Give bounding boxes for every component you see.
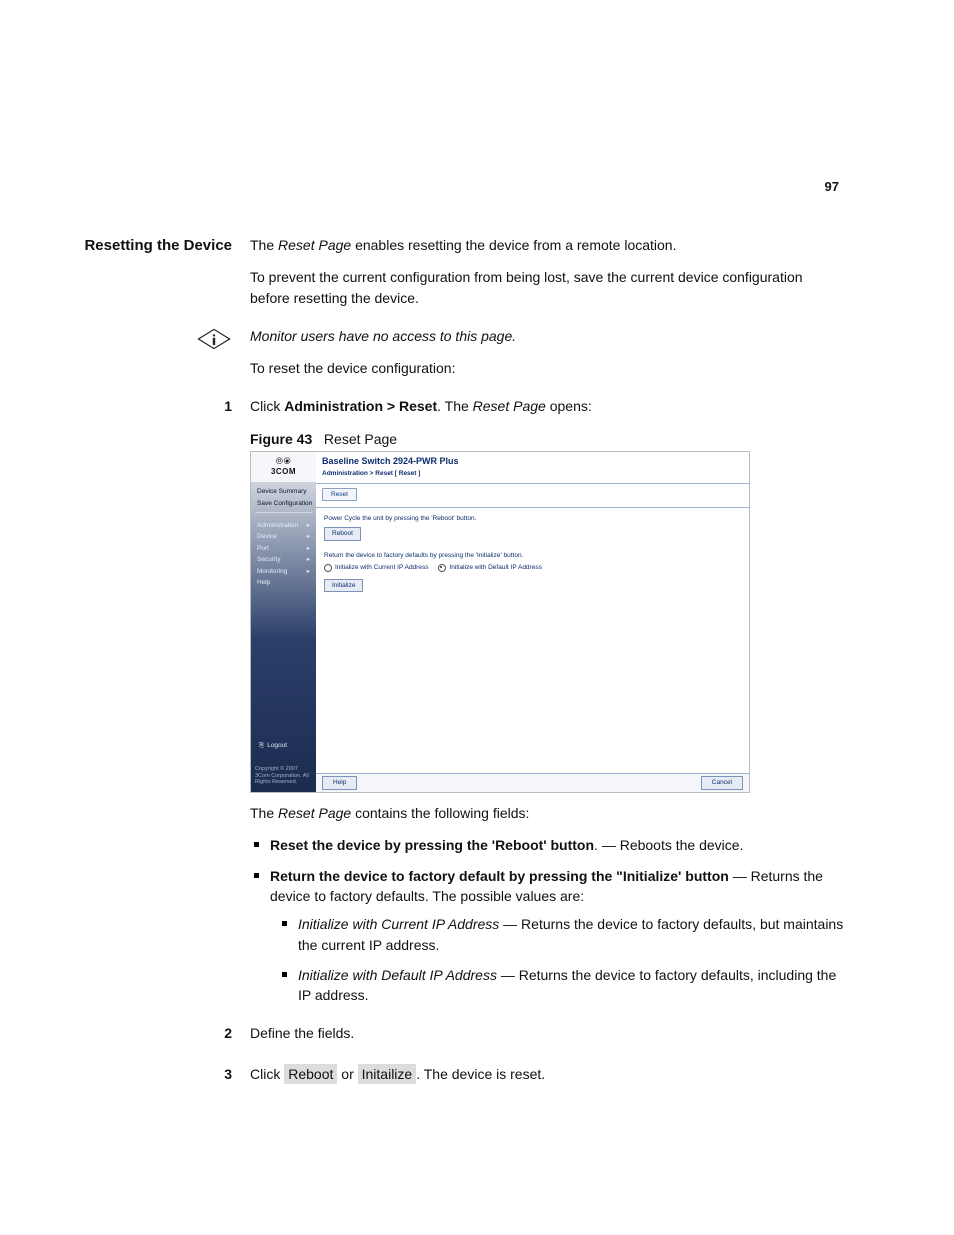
step-number: 2 <box>60 1023 250 1055</box>
initialize-instruction: Return the device to factory defaults by… <box>324 551 741 560</box>
radio-icon <box>324 564 332 572</box>
content: Resetting the Device The Reset Page enab… <box>60 235 844 1096</box>
text: opens: <box>546 398 592 414</box>
text: enables resetting the device from a remo… <box>351 237 676 253</box>
intro-p3: To reset the device configuration: <box>250 358 844 378</box>
fields-list: Reset the device by pressing the 'Reboot… <box>250 835 844 1005</box>
text: . The <box>437 398 473 414</box>
figure-caption: Figure 43 Reset Page <box>250 429 844 449</box>
sidebar-item-label: Save Configuration <box>257 499 312 508</box>
intro-p2: To prevent the current configuration fro… <box>250 267 844 308</box>
logo-text: 3COM <box>271 466 296 478</box>
text: The <box>250 805 278 821</box>
section-heading: Resetting the Device <box>84 237 232 254</box>
text: . The device is reset. <box>416 1066 545 1082</box>
radio-current-ip[interactable]: Initialize with Current IP Address <box>324 563 428 572</box>
list-item: Initialize with Default IP Address — Ret… <box>270 965 844 1006</box>
screenshot-reset-page: ⦾⦿ 3COM Device Summary Save Configuratio… <box>250 451 750 793</box>
screenshot-main: Baseline Switch 2924-PWR Plus Administra… <box>316 452 749 792</box>
logout-link[interactable]: ⎘ Logout <box>259 741 287 750</box>
text-italic: Reset Page <box>278 237 351 253</box>
intro-p1: The Reset Page enables resetting the dev… <box>250 235 844 255</box>
reboot-instruction: Power Cycle the unit by pressing the 'Re… <box>324 514 741 523</box>
figure-label: Figure 43 <box>250 431 312 447</box>
list-item: Initialize with Current IP Address — Ret… <box>270 914 844 955</box>
logout-label: Logout <box>267 741 287 750</box>
chevron-right-icon: ▸ <box>307 544 310 553</box>
radio-icon <box>438 564 446 572</box>
list-item: Reset the device by pressing the 'Reboot… <box>250 835 844 855</box>
sidebar-item-device-summary[interactable]: Device Summary <box>255 486 312 497</box>
chevron-right-icon: ▸ <box>307 521 310 530</box>
sidebar-item-monitoring[interactable]: Monitoring ▸ <box>255 566 312 577</box>
sidebar-item-administration[interactable]: Administration ▸ <box>255 520 312 531</box>
text: or <box>337 1066 357 1082</box>
chevron-right-icon: ▸ <box>307 532 310 541</box>
step-number: 3 <box>60 1064 250 1096</box>
text-italic: Initialize with Default IP Address <box>298 967 497 983</box>
reboot-button-label: Reboot <box>284 1064 337 1084</box>
sidebar-item-label: Device <box>257 532 277 541</box>
reboot-button[interactable]: Reboot <box>324 527 361 540</box>
text-italic: Reset Page <box>278 805 351 821</box>
info-icon <box>196 326 232 352</box>
sidebar-item-label: Device Summary <box>257 487 306 496</box>
logout-icon: ⎘ <box>259 741 264 750</box>
logo-3com: ⦾⦿ 3COM <box>251 452 316 482</box>
text-bold: Reset the device by pressing the 'Reboot… <box>270 837 594 853</box>
text-bold: Administration > Reset <box>284 398 437 414</box>
figure-title: Reset Page <box>324 431 397 447</box>
radio-label: Initialize with Current IP Address <box>335 563 428 572</box>
list-item: Return the device to factory default by … <box>250 866 844 1006</box>
sidebar-item-port[interactable]: Port ▸ <box>255 543 312 554</box>
step-number: 1 <box>60 396 250 1015</box>
tab-reset[interactable]: Reset <box>322 488 357 501</box>
breadcrumb: Administration > Reset [ Reset ] <box>322 469 743 478</box>
text: The <box>250 237 278 253</box>
initialize-button-label: Initailize <box>358 1064 417 1084</box>
page-number: 97 <box>825 178 839 197</box>
text: Click <box>250 398 284 414</box>
text-italic: Initialize with Current IP Address <box>298 916 499 932</box>
logo-glyph-icon: ⦾⦿ <box>276 457 291 466</box>
sidebar-item-label: Monitoring <box>257 567 287 576</box>
text: Click <box>250 1066 284 1082</box>
screenshot-sidebar: ⦾⦿ 3COM Device Summary Save Configuratio… <box>251 452 316 792</box>
sub-list: Initialize with Current IP Address — Ret… <box>270 914 844 1005</box>
text-bold: Return the device to factory default by … <box>270 868 729 884</box>
help-button[interactable]: Help <box>322 776 357 789</box>
step2-text: Define the fields. <box>250 1023 844 1043</box>
chevron-right-icon: ▸ <box>307 567 310 576</box>
sidebar-item-device[interactable]: Device ▸ <box>255 531 312 542</box>
fields-intro: The Reset Page contains the following fi… <box>250 803 844 823</box>
sidebar-item-help[interactable]: Help <box>255 577 312 588</box>
text: contains the following fields: <box>351 805 529 821</box>
text-italic: Reset Page <box>473 398 546 414</box>
cancel-button[interactable]: Cancel <box>701 776 743 789</box>
initialize-button[interactable]: Initialize <box>324 579 363 592</box>
device-title: Baseline Switch 2924-PWR Plus <box>322 455 743 468</box>
monitor-note: Monitor users have no access to this pag… <box>250 326 844 346</box>
sidebar-item-save-configuration[interactable]: Save Configuration <box>255 498 312 509</box>
sidebar-item-label: Port <box>257 544 269 553</box>
text: . — Reboots the device. <box>594 837 743 853</box>
chevron-right-icon: ▸ <box>307 555 310 564</box>
page: 97 Resetting the Device The Reset Page e… <box>0 0 954 1235</box>
step3-text: Click Reboot or Initailize. The device i… <box>250 1064 844 1084</box>
radio-default-ip[interactable]: Initialize with Default IP Address <box>438 563 541 572</box>
sidebar-item-label: Security <box>257 555 280 564</box>
sidebar-item-label: Administration <box>257 521 298 530</box>
step1-text: Click Administration > Reset. The Reset … <box>250 396 844 416</box>
sidebar-item-security[interactable]: Security ▸ <box>255 554 312 565</box>
copyright: Copyright © 2007 3Com Corporation. All R… <box>255 766 312 786</box>
radio-label: Initialize with Default IP Address <box>449 563 541 572</box>
sidebar-item-label: Help <box>257 578 270 587</box>
